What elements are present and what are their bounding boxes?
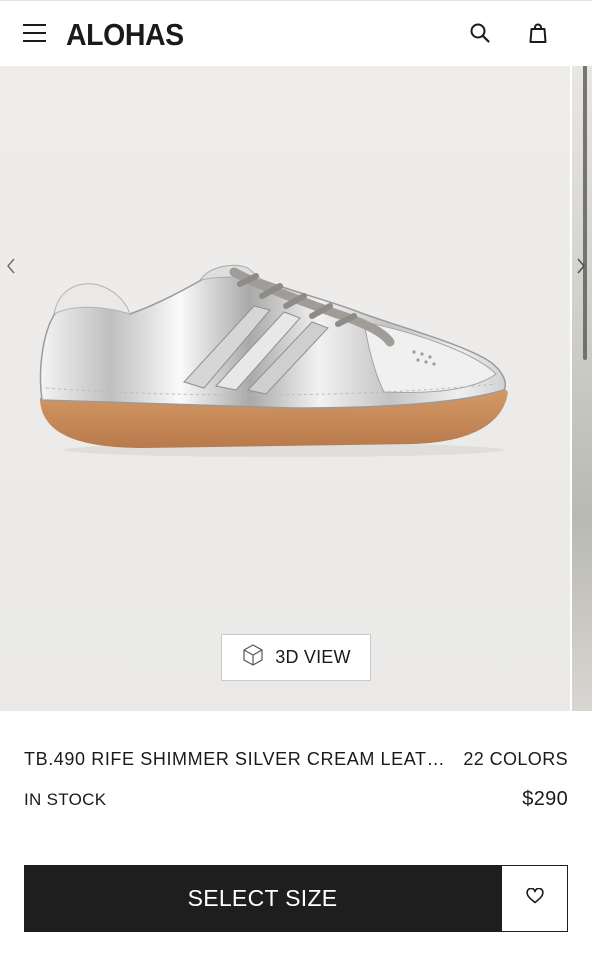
heart-icon [525, 887, 544, 909]
product-image-gallery[interactable]: 3D VIEW [0, 66, 592, 711]
shopping-bag-icon[interactable] [526, 21, 550, 45]
product-image [0, 66, 570, 711]
chevron-left-icon[interactable] [4, 256, 18, 276]
colors-link[interactable]: 22 COLORS [463, 749, 568, 770]
3d-view-button[interactable]: 3D VIEW [221, 634, 371, 681]
product-title: TB.490 RIFE SHIMMER SILVER CREAM LEATHER… [24, 749, 454, 769]
cube-icon [241, 643, 265, 672]
chevron-right-icon[interactable] [574, 256, 588, 276]
hamburger-menu-icon[interactable] [22, 21, 48, 47]
brand-logo[interactable]: ALOHAS [66, 17, 184, 53]
3d-view-label: 3D VIEW [275, 647, 351, 667]
top-bar: ALOHAS [0, 0, 592, 66]
wishlist-button[interactable] [501, 865, 568, 932]
select-size-button[interactable]: SELECT SIZE [24, 865, 501, 932]
stock-status: IN STOCK [24, 790, 107, 809]
search-icon[interactable] [468, 21, 492, 45]
sneaker-image [39, 264, 508, 457]
scrollbar[interactable] [583, 66, 587, 360]
product-price: $290 [522, 788, 568, 810]
next-product-image-peek[interactable] [572, 66, 592, 711]
